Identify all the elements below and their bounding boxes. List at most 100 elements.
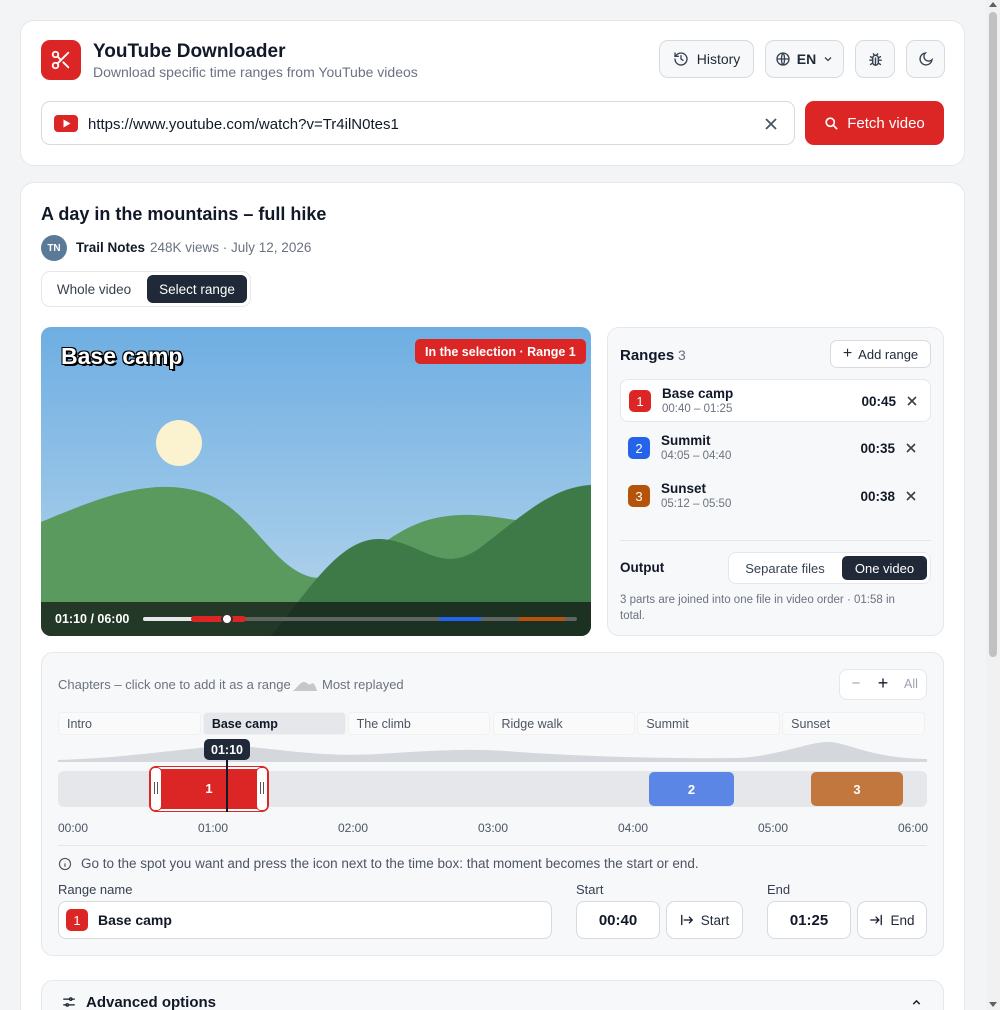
sliders-icon (63, 997, 75, 1007)
most-replayed-graph (58, 742, 927, 762)
range-name-value[interactable]: Base camp (98, 912, 172, 928)
debug-button[interactable] (855, 40, 895, 78)
end-time-input[interactable]: 01:25 (767, 901, 851, 939)
advanced-options-header[interactable]: Advanced options (41, 980, 944, 1010)
chevron-down-icon (824, 57, 832, 62)
globe-icon (776, 52, 790, 66)
timeline-tick-label: 00:00 (57, 821, 89, 835)
segment-2[interactable]: 2 (649, 772, 734, 806)
add-range-label: Add range (858, 346, 919, 362)
set-start-button[interactable]: Start (666, 901, 743, 939)
channel-name: Trail Notes (76, 240, 146, 255)
chapter-the-climb[interactable]: The climb (347, 712, 491, 735)
range-item-duration: 00:35 (860, 441, 895, 456)
range-number-badge: 3 (628, 485, 650, 507)
range-number-badge: 2 (628, 437, 650, 459)
chapter-intro[interactable]: Intro (58, 712, 201, 735)
app-title: YouTube Downloader (93, 41, 286, 62)
zoom-in-button[interactable]: + (873, 673, 893, 694)
segment-3-label: 3 (853, 781, 861, 797)
range-item[interactable]: 3 Sunset 05:12 – 05:50 00:38 (620, 475, 931, 518)
scroll-up-arrow-icon[interactable] (989, 2, 997, 7)
selection-badge: In the selection · Range 1 (415, 339, 586, 364)
range-number-badge: 1 (629, 390, 651, 412)
page-scrollbar[interactable] (986, 0, 1000, 1010)
url-input-wrapper[interactable] (41, 101, 795, 145)
ranges-title: Ranges (620, 347, 675, 364)
playhead-line[interactable] (226, 760, 228, 812)
timeline-tick-label: 04:00 (617, 821, 649, 835)
info-icon (58, 857, 72, 871)
timeline-info-text: Go to the spot you want and press the ic… (81, 856, 699, 871)
zoom-controls: − + All (839, 669, 927, 700)
output-toggle: Separate files One video (728, 552, 931, 584)
plus-icon: + (842, 345, 853, 362)
chapter-ridge-walk[interactable]: Ridge walk (492, 712, 636, 735)
range-item-duration: 00:38 (860, 489, 895, 504)
chapter-sunset[interactable]: Sunset (782, 712, 925, 735)
arrow-right-to-bar-end-icon (870, 914, 883, 926)
video-progress-range-1 (191, 616, 246, 622)
chapter-base-camp[interactable]: Base camp (202, 712, 346, 735)
url-input[interactable] (88, 113, 738, 135)
most-replayed-label: Most replayed (322, 677, 404, 692)
segment-3[interactable]: 3 (811, 772, 903, 806)
remove-range-icon[interactable] (907, 396, 917, 406)
output-one-video[interactable]: One video (842, 556, 927, 580)
language-select[interactable]: EN (765, 40, 844, 78)
start-label: Start (576, 882, 604, 897)
timeline-tick-label: 05:00 (757, 821, 789, 835)
start-time-input[interactable]: 00:40 (576, 901, 660, 939)
range-name-label: Range name (58, 882, 133, 897)
video-progress-range-2 (439, 617, 481, 621)
set-end-label: End (890, 912, 915, 928)
panel-divider (620, 540, 931, 541)
zoom-all-button[interactable]: All (900, 677, 922, 691)
video-title: A day in the mountains – full hike (41, 204, 327, 224)
arrow-right-to-bar-start-icon (680, 914, 693, 926)
playhead-label: 01:10 (204, 739, 250, 760)
bug-icon (868, 52, 882, 66)
end-label: End (767, 882, 791, 897)
segment-2-label: 2 (687, 781, 696, 797)
zoom-out-button[interactable]: − (846, 675, 866, 692)
search-icon (825, 116, 838, 130)
remove-range-icon[interactable] (906, 491, 916, 501)
clear-icon[interactable] (765, 118, 777, 130)
theme-toggle-button[interactable] (906, 40, 945, 78)
video-progress-range-3 (519, 617, 565, 621)
remove-range-icon[interactable] (906, 443, 916, 453)
fetch-video-label: Fetch video (847, 114, 925, 132)
app-logo (41, 40, 81, 80)
scissors-icon (51, 50, 70, 70)
output-separate-files[interactable]: Separate files (731, 555, 839, 581)
range-item[interactable]: 1 Base camp 00:40 – 01:25 00:45 (620, 379, 931, 422)
history-button[interactable]: History (659, 40, 754, 78)
mode-select-range[interactable]: Select range (147, 275, 247, 303)
history-label: History (696, 51, 741, 67)
chapter-summit[interactable]: Summit (637, 712, 781, 735)
chevron-up-icon (912, 999, 921, 1005)
range-item-span: 00:40 – 01:25 (662, 403, 733, 415)
timeline-tick-label: 02:00 (337, 821, 369, 835)
add-range-button[interactable]: + Add range (830, 340, 931, 368)
scroll-down-arrow-icon[interactable] (989, 1002, 997, 1007)
range-name-field[interactable]: 1 Base camp (58, 901, 552, 939)
header-card: YouTube Downloader Download specific tim… (20, 20, 965, 166)
timeline-divider (58, 845, 927, 846)
range-item-name: Sunset (661, 481, 707, 496)
segment-1[interactable]: 1 (150, 767, 268, 811)
range-item[interactable]: 2 Summit 04:05 – 04:40 00:35 (620, 427, 931, 470)
video-progress-thumb[interactable] (221, 613, 233, 625)
set-end-button[interactable]: End (857, 901, 927, 939)
output-note: 3 parts are joined into one file in vide… (620, 594, 895, 622)
fetch-video-button[interactable]: Fetch video (805, 101, 944, 145)
mode-whole-video[interactable]: Whole video (42, 272, 146, 306)
video-overlay-title: Base camp (61, 343, 183, 369)
video-player[interactable]: Base camp In the selection · Range 1 01:… (41, 327, 591, 636)
scrollbar-thumb[interactable] (989, 12, 997, 657)
segment-1-handle-right[interactable] (256, 767, 268, 811)
moon-icon (918, 52, 933, 66)
video-meta: 248K views · July 12, 2026 (150, 240, 312, 255)
timeline-tick-label: 06:00 (897, 821, 929, 835)
